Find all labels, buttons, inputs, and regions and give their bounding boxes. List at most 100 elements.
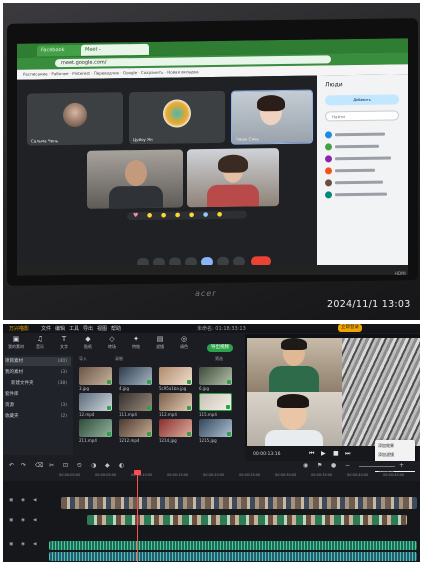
tool-stickers[interactable]: ◆ 贴纸 xyxy=(79,335,97,350)
emoji-icon[interactable]: ● xyxy=(161,212,166,219)
people-search-input[interactable]: Найти xyxy=(325,110,399,122)
monitor-brand-logo: acer xyxy=(195,289,217,298)
browser-tab-facebook[interactable]: Facebook xyxy=(37,44,85,57)
media-thumb[interactable] xyxy=(199,419,232,437)
crop-icon[interactable]: ⊡ xyxy=(63,462,68,469)
tool-music[interactable]: ♫ 音乐 xyxy=(31,335,49,350)
sidebar-item-new-folder[interactable]: 新建文件夹 (38) xyxy=(5,379,71,388)
delete-icon[interactable]: ⌫ xyxy=(35,462,43,469)
menu-export[interactable]: 导出 xyxy=(83,325,93,332)
stop-icon[interactable]: ■ xyxy=(333,450,339,457)
add-people-button[interactable]: Добавить xyxy=(325,94,399,106)
cut-icon[interactable]: ✂ xyxy=(49,462,54,469)
playhead-handle[interactable] xyxy=(134,470,141,475)
media-thumb[interactable] xyxy=(119,419,152,437)
participant-name: Чжан Сянь xyxy=(236,136,259,142)
track-mute-icon[interactable]: ◀ xyxy=(33,518,36,523)
person-row[interactable] xyxy=(325,130,403,139)
speed-icon[interactable]: ⏲ xyxy=(77,462,82,470)
tool-transitions[interactable]: ◇ 转场 xyxy=(103,335,121,350)
undo-icon[interactable]: ↶ xyxy=(9,462,14,469)
browser-tab-meet[interactable]: Meet - xyxy=(81,43,149,56)
sidebar-item-kit[interactable]: 套件库 xyxy=(5,390,71,399)
media-thumb[interactable] xyxy=(159,419,192,437)
video-clip-track-2[interactable] xyxy=(61,497,417,509)
menu-edit[interactable]: 编辑 xyxy=(55,325,65,332)
context-menu-item[interactable]: 添加效果 xyxy=(378,443,394,449)
audio-clip[interactable] xyxy=(49,552,417,561)
mask-icon[interactable]: ◐ xyxy=(119,462,124,469)
color-match-icon[interactable]: ◑ xyxy=(91,462,96,469)
marker-icon[interactable]: ⚑ xyxy=(317,462,322,469)
voiceover-icon[interactable]: ● xyxy=(331,462,336,469)
heart-icon[interactable]: ♥ xyxy=(133,212,138,219)
playback-time: 00:00:13:16 xyxy=(253,452,281,457)
import-button[interactable]: 导入 xyxy=(79,356,87,362)
emoji-icon[interactable]: ● xyxy=(189,211,194,218)
export-button[interactable]: 导出视频 xyxy=(207,344,233,352)
thumbs-up-icon[interactable]: ● xyxy=(147,212,152,219)
media-thumb[interactable] xyxy=(79,419,112,437)
next-frame-icon[interactable]: ⏭ xyxy=(345,450,350,458)
tool-effects[interactable]: ✦ 特效 xyxy=(127,335,145,350)
participant-avatar xyxy=(63,102,87,128)
zoom-in-icon[interactable]: + xyxy=(399,462,404,469)
track-mute-icon[interactable]: ◀ xyxy=(33,498,36,503)
keyframe-icon[interactable]: ◆ xyxy=(105,462,110,469)
media-library: 导入 录制 筛选 3.jpg 4.jpg 5c95a1ba.jpg 6.jpg … xyxy=(75,355,245,455)
redo-icon[interactable]: ↷ xyxy=(21,462,26,469)
emoji-icon[interactable]: ● xyxy=(175,211,180,218)
menu-help[interactable]: 帮助 xyxy=(111,325,121,332)
audio-clip[interactable] xyxy=(49,541,417,550)
track-lock-icon[interactable]: ▣ xyxy=(9,498,13,503)
tool-media[interactable]: ▣ 我的素材 xyxy=(7,335,25,350)
menu-tools[interactable]: 工具 xyxy=(69,325,79,332)
person-row[interactable] xyxy=(325,154,403,163)
speaker-body xyxy=(269,366,319,392)
tool-filters[interactable]: ▤ 滤镜 xyxy=(151,335,169,350)
media-thumb[interactable] xyxy=(159,393,192,411)
context-menu-item[interactable]: 添加滤镜 xyxy=(378,452,394,458)
filter-button[interactable]: 筛选 xyxy=(215,356,223,362)
zoom-out-icon[interactable]: − xyxy=(345,462,350,469)
person-row[interactable] xyxy=(325,178,403,187)
sidebar-item-project[interactable]: 项目素材 (40) xyxy=(5,357,71,366)
sidebar-item-resources[interactable]: 资源 (3) xyxy=(5,401,71,410)
sidebar-item-favorites[interactable]: 收藏夹 (2) xyxy=(5,412,71,421)
signin-button[interactable]: 立即登录 xyxy=(338,324,362,332)
render-icon[interactable]: ◉ xyxy=(303,462,308,469)
reactions-bar[interactable]: ♥ ● ● ● ● ● ● xyxy=(127,210,247,221)
text-icon: T xyxy=(61,335,67,343)
media-thumb[interactable] xyxy=(199,367,232,385)
participant-name: Сальма Чень xyxy=(31,138,59,144)
menu-view[interactable]: 视图 xyxy=(97,325,107,332)
person-row[interactable] xyxy=(325,190,403,199)
video-clip-track-1[interactable] xyxy=(87,515,407,525)
emoji-icon[interactable]: ● xyxy=(217,211,222,218)
media-thumb-selected[interactable] xyxy=(199,393,232,411)
media-thumb[interactable] xyxy=(79,393,112,411)
media-thumb[interactable] xyxy=(119,367,152,385)
track-eye-icon[interactable]: ◉ xyxy=(21,518,25,523)
person-row[interactable] xyxy=(325,166,403,175)
hdmi-badge: HDMI xyxy=(395,271,406,276)
media-thumb[interactable] xyxy=(79,367,112,385)
track-eye-icon[interactable]: ◉ xyxy=(21,498,25,503)
sidebar-item-my-media[interactable]: 我的素材 (3) xyxy=(5,368,71,377)
tool-text[interactable]: T 文字 xyxy=(55,335,73,350)
person-row[interactable] xyxy=(325,142,403,151)
track-lock-icon[interactable]: ▣ xyxy=(9,518,13,523)
menu-file[interactable]: 文件 xyxy=(41,325,51,332)
tool-color[interactable]: ◎ 调色 xyxy=(175,335,193,350)
zoom-slider[interactable] xyxy=(359,466,395,467)
track-eye-icon[interactable]: ◉ xyxy=(21,542,25,547)
media-thumb[interactable] xyxy=(119,393,152,411)
track-lock-icon[interactable]: ▣ xyxy=(9,542,13,547)
play-icon[interactable]: ▶ xyxy=(321,450,326,457)
record-button[interactable]: 录制 xyxy=(115,356,123,362)
emoji-icon[interactable]: ● xyxy=(203,211,208,218)
prev-frame-icon[interactable]: ⏮ xyxy=(309,450,314,458)
track-mute-icon[interactable]: ◀ xyxy=(33,542,36,547)
media-thumb[interactable] xyxy=(159,367,192,385)
playhead[interactable] xyxy=(137,470,138,562)
